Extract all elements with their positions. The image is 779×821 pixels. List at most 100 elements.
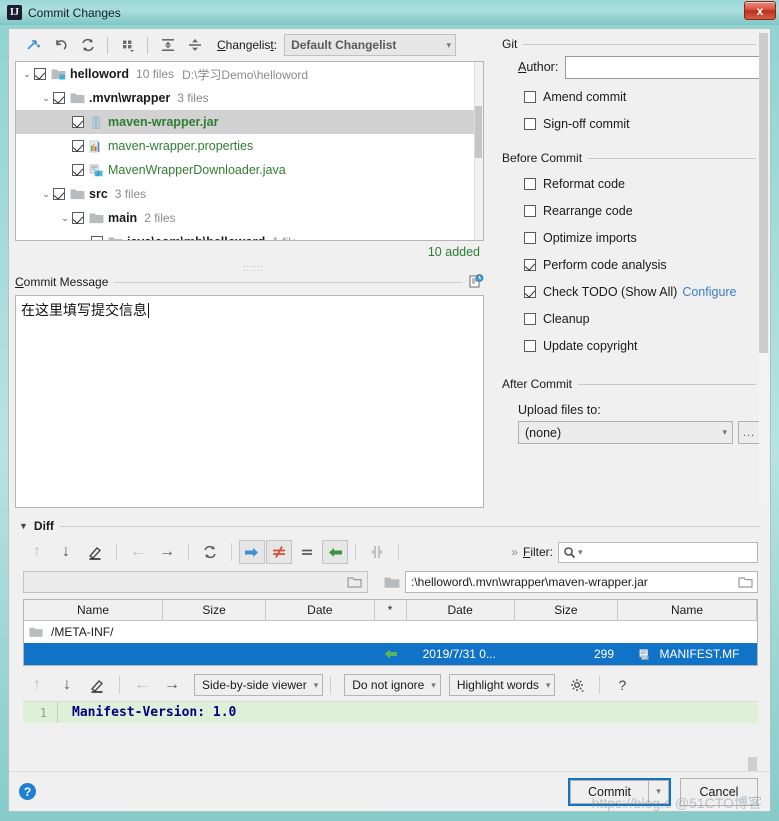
column-header[interactable]: Date xyxy=(407,600,515,620)
show-deleted-files-icon[interactable] xyxy=(322,540,348,564)
option-perform-code-analysis[interactable]: Perform code analysis xyxy=(524,251,770,278)
checkbox-reformat-code[interactable] xyxy=(524,177,536,190)
option-optimize-imports[interactable]: Optimize imports xyxy=(524,224,770,251)
checkbox-perform-code-analysis[interactable] xyxy=(524,258,536,271)
code-scroll-thumb[interactable] xyxy=(748,757,757,779)
collapse-all-icon[interactable] xyxy=(182,33,207,57)
column-header[interactable]: Size xyxy=(515,600,619,620)
tree-row[interactable]: ⌄ java\com\mh\helloword 1 file xyxy=(16,230,483,241)
diff-code-area[interactable]: 1 Manifest-Version: 1.0 xyxy=(23,701,758,725)
tree-row-checkbox[interactable] xyxy=(72,212,84,224)
move-right-icon[interactable]: → xyxy=(153,540,181,565)
option-check-todo[interactable]: Check TODO (Show All) Configure xyxy=(524,278,770,305)
refresh-diff-icon[interactable] xyxy=(196,540,224,565)
help-icon[interactable]: ? xyxy=(608,673,636,698)
splitter-grip[interactable]: :::::: xyxy=(15,263,492,273)
option-cleanup[interactable]: Cleanup xyxy=(524,305,770,332)
show-equal-files-icon[interactable] xyxy=(293,540,321,565)
tree-scrollbar[interactable] xyxy=(474,62,483,240)
tree-row-checkbox[interactable] xyxy=(72,140,84,152)
cancel-button[interactable]: Cancel xyxy=(680,777,758,806)
checkbox-amend-commit[interactable] xyxy=(524,90,536,103)
show-diff-icon[interactable] xyxy=(21,33,46,57)
commit-options-chevron-icon[interactable]: ▾ xyxy=(648,779,669,804)
option-rearrange-code[interactable]: Rearrange code xyxy=(524,197,770,224)
left-path-field[interactable] xyxy=(23,571,368,593)
option-sign-off-commit[interactable]: Sign-off commit xyxy=(524,110,770,137)
revert-icon[interactable] xyxy=(48,33,73,57)
message-history-icon[interactable] xyxy=(468,274,484,290)
upload-browse-button[interactable]: ... xyxy=(738,421,760,444)
table-row[interactable]: 2019/7/31 0... 299 MF MANIFEST.MF xyxy=(24,643,757,665)
apply-right-icon[interactable]: → xyxy=(158,673,186,698)
help-button[interactable]: ? xyxy=(19,783,36,800)
tree-row[interactable]: ⌄ .mvn\wrapper 3 files xyxy=(16,86,483,110)
file-comparison-table[interactable]: Name Size Date * Date Size Name /META-INF/2019… xyxy=(23,599,758,666)
changelist-dropdown[interactable]: Default Changelist ▾ xyxy=(284,34,457,56)
synchronize-scroll-icon[interactable] xyxy=(363,540,391,565)
option-amend-commit[interactable]: Amend commit xyxy=(524,83,770,110)
close-button[interactable]: x xyxy=(744,1,776,20)
previous-difference-icon[interactable]: ↑ xyxy=(23,540,51,565)
options-scrollbar[interactable] xyxy=(759,33,768,503)
option-reformat-code[interactable]: Reformat code xyxy=(524,170,770,197)
tree-row-checkbox[interactable] xyxy=(91,236,103,240)
tree-row-checkbox[interactable] xyxy=(53,188,65,200)
move-left-icon[interactable]: ← xyxy=(124,540,152,565)
commit-button[interactable]: Commit xyxy=(570,779,648,804)
column-header[interactable]: * xyxy=(375,600,407,620)
checkbox-cleanup[interactable] xyxy=(524,312,536,325)
checkbox-optimize-imports[interactable] xyxy=(524,231,536,244)
collapse-triangle-icon[interactable]: ▼ xyxy=(19,521,28,531)
tree-row-checkbox[interactable] xyxy=(72,164,84,176)
gear-icon[interactable] xyxy=(563,673,591,698)
show-new-files-icon[interactable] xyxy=(239,540,265,564)
expand-twisty-icon[interactable]: ⌄ xyxy=(39,93,53,104)
expand-twisty-icon[interactable]: ⌄ xyxy=(20,69,34,80)
expand-twisty-icon[interactable]: ⌄ xyxy=(77,237,91,241)
configure-link[interactable]: Configure xyxy=(682,285,736,299)
apply-left-icon[interactable]: ← xyxy=(128,673,156,698)
edit-source-icon[interactable] xyxy=(81,540,109,565)
tree-row[interactable]: ⌄ helloword 10 files D:\学习Demo\helloword xyxy=(16,62,483,86)
previous-change-icon[interactable]: ↑ xyxy=(23,673,51,698)
next-difference-icon[interactable]: ↓ xyxy=(52,540,80,565)
tree-row[interactable]: maven-wrapper.properties xyxy=(16,134,483,158)
filter-input[interactable]: ▾ xyxy=(558,541,758,563)
expand-all-icon[interactable] xyxy=(155,33,180,57)
tree-row-checkbox[interactable] xyxy=(53,92,65,104)
group-by-icon[interactable] xyxy=(115,33,140,57)
table-row[interactable]: /META-INF/ xyxy=(24,621,757,643)
checkbox-sign-off-commit[interactable] xyxy=(524,117,536,130)
tree-row[interactable]: ⌄ src 3 files xyxy=(16,182,483,206)
viewer-mode-dropdown[interactable]: Side-by-side viewer ▾ xyxy=(194,674,324,696)
column-header[interactable]: Name xyxy=(618,600,757,620)
tree-row[interactable]: J MavenWrapperDownloader.java xyxy=(16,158,483,182)
show-different-files-icon[interactable] xyxy=(266,540,292,564)
author-input[interactable] xyxy=(565,55,766,79)
refresh-icon[interactable] xyxy=(75,33,100,57)
tree-row-checkbox[interactable] xyxy=(72,116,84,128)
checkbox-rearrange-code[interactable] xyxy=(524,204,536,217)
ignore-policy-dropdown[interactable]: Do not ignore ▾ xyxy=(344,674,441,696)
edit-file-icon[interactable] xyxy=(83,673,111,698)
upload-target-dropdown[interactable]: (none) ▾ xyxy=(518,421,733,444)
checkbox-check-todo[interactable] xyxy=(524,285,536,298)
column-header[interactable]: Date xyxy=(266,600,375,620)
expand-twisty-icon[interactable]: ⌄ xyxy=(58,213,72,224)
checkbox-update-copyright[interactable] xyxy=(524,339,536,352)
tree-row[interactable]: ⌄ main 2 files xyxy=(16,206,483,230)
commit-message-input[interactable]: 在这里填写提交信息 xyxy=(15,295,484,508)
right-path-field[interactable]: :\helloword\.mvn\wrapper\maven-wrapper.j… xyxy=(405,571,758,593)
changes-tree[interactable]: ⌄ helloword 10 files D:\学习Demo\helloword ⌄ .m… xyxy=(15,61,484,241)
tree-row-checkbox[interactable] xyxy=(34,68,46,80)
expand-twisty-icon[interactable]: ⌄ xyxy=(39,189,53,200)
next-change-icon[interactable]: ↓ xyxy=(53,673,81,698)
options-scroll-thumb[interactable] xyxy=(759,33,768,353)
column-header[interactable]: Size xyxy=(163,600,267,620)
overflow-chevrons-icon[interactable]: » xyxy=(511,545,518,559)
tree-scroll-thumb[interactable] xyxy=(475,106,482,158)
tree-row[interactable]: maven-wrapper.jar xyxy=(16,110,483,134)
column-header[interactable]: Name xyxy=(24,600,163,620)
highlight-mode-dropdown[interactable]: Highlight words ▾ xyxy=(448,674,556,696)
